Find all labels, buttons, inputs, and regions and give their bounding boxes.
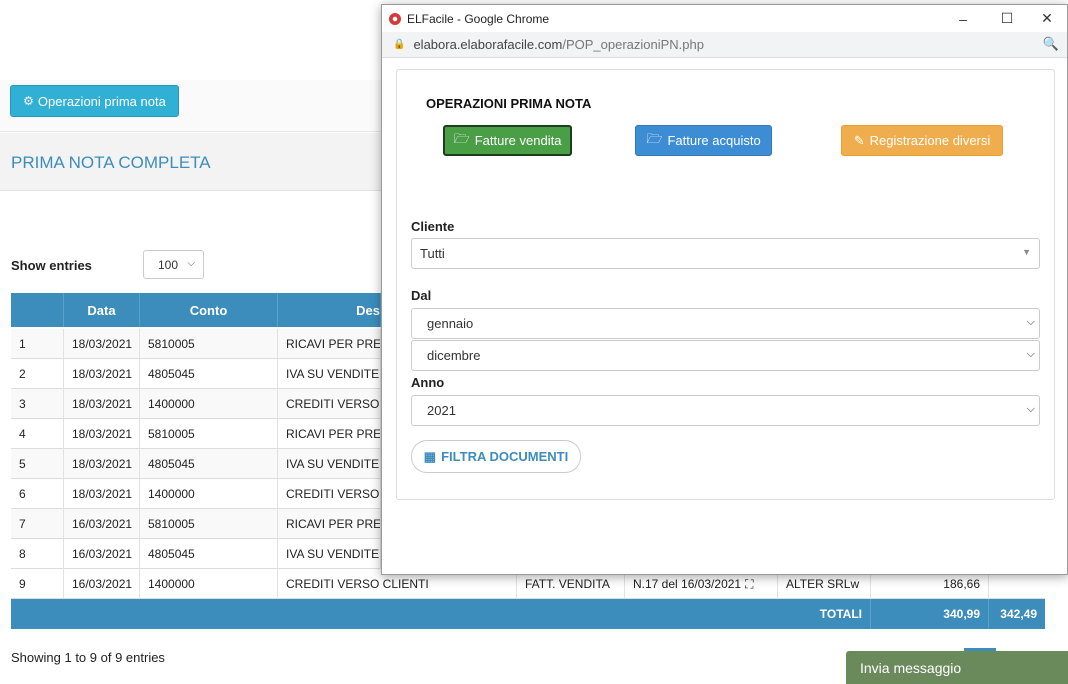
registrazione-diversi-label: Registrazione diversi xyxy=(869,133,991,148)
cliente-label: Cliente xyxy=(411,219,455,234)
chevron-down-icon: ⌵ xyxy=(1026,316,1035,328)
caret-down-icon: ▼ xyxy=(1022,247,1031,257)
registrazione-diversi-button[interactable]: ✎ Registrazione diversi xyxy=(841,125,1003,156)
totals-dare: 340,99 xyxy=(871,599,989,629)
cell-index: 5 xyxy=(11,449,64,479)
filtra-documenti-button[interactable]: ▦ FILTRA DOCUMENTI xyxy=(411,440,581,473)
showing-info: Showing 1 to 9 of 9 entries xyxy=(11,650,165,665)
cell-index: 3 xyxy=(11,389,64,419)
page-title: PRIMA NOTA COMPLETA xyxy=(11,153,211,172)
minimize-icon[interactable]: – xyxy=(943,5,983,32)
cell-descrizione: RICAVI PER PRES xyxy=(278,329,381,359)
cell-descrizione: RICAVI PER PRES xyxy=(278,509,381,539)
dal-from-value: gennaio xyxy=(427,316,474,331)
chevron-down-icon: ⌵ xyxy=(187,258,195,269)
cell-data: 16/03/2021 xyxy=(64,509,140,539)
close-icon[interactable]: ✕ xyxy=(1027,5,1067,32)
cell-descrizione: RICAVI PER PRES xyxy=(278,419,381,449)
cell-conto: 5810005 xyxy=(140,419,278,449)
cell-data: 18/03/2021 xyxy=(64,479,140,509)
folder-open-icon: 🗁 xyxy=(453,130,470,146)
ops-button-label: Operazioni prima nota xyxy=(37,93,166,109)
dal-to-select[interactable]: dicembre ⌵ xyxy=(411,340,1040,371)
gear-icon: ⚙ xyxy=(23,94,34,108)
cell-descrizione: CREDITI VERSO C xyxy=(278,479,381,509)
fatture-vendita-button[interactable]: 🗁 Fatture vendita xyxy=(443,125,572,156)
popup-window: ELFacile - Google Chrome – ☐ ✕ 🔒 elabora… xyxy=(381,4,1068,575)
fatture-vendita-label: Fatture vendita xyxy=(474,133,562,148)
cell-descrizione: IVA SU VENDITE xyxy=(278,449,381,479)
totals-label: TOTALI xyxy=(771,599,871,629)
panel-title: OPERAZIONI PRIMA NOTA xyxy=(426,96,592,111)
cell-conto: 1400000 xyxy=(140,389,278,419)
cell-index: 6 xyxy=(11,479,64,509)
filtra-documenti-label: FILTRA DOCUMENTI xyxy=(441,449,569,464)
cell-conto: 4805045 xyxy=(140,539,278,569)
calendar-icon: ▦ xyxy=(423,448,437,464)
cell-data: 18/03/2021 xyxy=(64,449,140,479)
fatture-acquisto-label: Fatture acquisto xyxy=(667,133,761,148)
cell-data: 18/03/2021 xyxy=(64,329,140,359)
cell-data: 16/03/2021 xyxy=(64,569,140,599)
url-host: elabora.elaborafacile.com xyxy=(413,37,563,52)
dal-from-select[interactable]: gennaio ⌵ xyxy=(411,308,1040,339)
cell-descrizione: IVA SU VENDITE xyxy=(278,359,381,389)
lock-icon: 🔒 xyxy=(393,39,406,50)
cell-conto: 5810005 xyxy=(140,509,278,539)
cell-index: 7 xyxy=(11,509,64,539)
operazioni-prima-nota-button[interactable]: ⚙ Operazioni prima nota xyxy=(10,85,179,117)
edit-icon: ✎ xyxy=(853,132,865,148)
cell-conto: 5810005 xyxy=(140,329,278,359)
cliente-value: Tutti xyxy=(420,246,445,261)
dal-label: Dal xyxy=(411,288,432,303)
anno-label: Anno xyxy=(411,375,445,390)
cell-conto: 1400000 xyxy=(140,479,278,509)
col-header-index[interactable] xyxy=(11,293,64,327)
entries-value: 100 xyxy=(158,257,179,272)
entries-select[interactable]: 100 ⌵ xyxy=(143,250,204,279)
maximize-icon[interactable]: ☐ xyxy=(987,5,1027,32)
show-entries-label: Show entries xyxy=(11,258,92,273)
cell-conto: 4805045 xyxy=(140,359,278,389)
col-header-data[interactable]: Data xyxy=(64,293,140,327)
cell-conto: 1400000 xyxy=(140,569,278,599)
url-path: /POP_operazioniPN.php xyxy=(562,37,704,52)
totals-avere: 342,49 xyxy=(1000,607,1037,621)
operations-panel: OPERAZIONI PRIMA NOTA 🗁 Fatture vendita … xyxy=(396,69,1055,500)
cell-data: 18/03/2021 xyxy=(64,419,140,449)
cell-descrizione: IVA SU VENDITE xyxy=(278,539,381,569)
cell-index: 8 xyxy=(11,539,64,569)
folder-open-icon: 🗁 xyxy=(646,130,663,146)
anno-select[interactable]: 2021 ⌵ xyxy=(411,395,1040,426)
totals-row: TOTALI 340,99 342,49 xyxy=(11,599,1045,629)
cell-conto: 4805045 xyxy=(140,449,278,479)
col-header-descrizione[interactable]: Des xyxy=(278,293,381,327)
chrome-app-icon xyxy=(389,12,401,25)
zoom-icon[interactable]: 🔍 xyxy=(1043,36,1059,52)
cell-index: 9 xyxy=(11,569,64,599)
anno-value: 2021 xyxy=(427,403,456,418)
cell-index: 4 xyxy=(11,419,64,449)
address-bar[interactable]: 🔒 elabora.elaborafacile.com/POP_operazio… xyxy=(382,32,1067,58)
dal-to-value: dicembre xyxy=(427,348,481,363)
cell-index: 2 xyxy=(11,359,64,389)
binoculars-icon[interactable]: ⛶ xyxy=(745,577,753,592)
window-titlebar[interactable]: ELFacile - Google Chrome – ☐ ✕ xyxy=(382,5,1067,32)
chat-send-message-button[interactable]: Invia messaggio xyxy=(846,651,1068,684)
cliente-select[interactable]: Tutti ▼ xyxy=(411,238,1040,269)
cell-data: 18/03/2021 xyxy=(64,359,140,389)
chevron-down-icon: ⌵ xyxy=(1026,403,1035,415)
cell-index: 1 xyxy=(11,329,64,359)
cell-descrizione: CREDITI VERSO C xyxy=(278,389,381,419)
cell-data: 16/03/2021 xyxy=(64,539,140,569)
fatture-acquisto-button[interactable]: 🗁 Fatture acquisto xyxy=(635,125,772,156)
window-title: ELFacile - Google Chrome xyxy=(407,11,550,26)
doc-text: N.17 del 16/03/2021 xyxy=(633,577,742,591)
col-header-conto[interactable]: Conto xyxy=(140,293,278,327)
cell-data: 18/03/2021 xyxy=(64,389,140,419)
chevron-down-icon: ⌵ xyxy=(1026,348,1035,360)
